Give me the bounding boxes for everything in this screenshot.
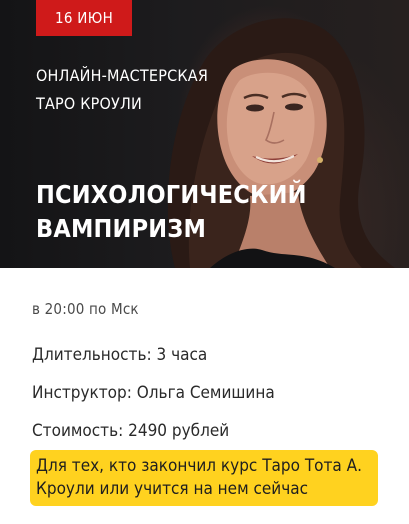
- date-badge: 16 ИЮН: [36, 0, 132, 36]
- price-text: Стоимость: 2490 рублей: [32, 421, 230, 441]
- title-line-1: ПСИХОЛОГИЧЕСКИЙ: [36, 180, 307, 209]
- event-banner[interactable]: 16 ИЮН ОНЛАЙН-МАСТЕРСКАЯ ТАРО КРОУЛИ ПСИ…: [0, 0, 409, 268]
- event-subtitle: ОНЛАЙН-МАСТЕРСКАЯ ТАРО КРОУЛИ: [36, 62, 208, 118]
- duration-text: Длительность: 3 часа: [32, 345, 208, 365]
- event-time: в 20:00 по Мск: [32, 300, 139, 318]
- title-line-2: ВАМПИРИЗМ: [36, 214, 207, 243]
- subtitle-line-2: ТАРО КРОУЛИ: [36, 94, 143, 113]
- eligibility-note: Для тех, кто закончил курс Таро Тота А. …: [30, 450, 378, 506]
- event-title: ПСИХОЛОГИЧЕСКИЙ ВАМПИРИЗМ: [36, 178, 307, 246]
- note-line-1: Для тех, кто закончил курс Таро Тота А.: [36, 456, 362, 476]
- subtitle-line-1: ОНЛАЙН-МАСТЕРСКАЯ: [36, 66, 209, 85]
- instructor-text: Инструктор: Ольга Семишина: [32, 383, 275, 403]
- note-line-2: Кроули или учится на нем сейчас: [36, 479, 309, 499]
